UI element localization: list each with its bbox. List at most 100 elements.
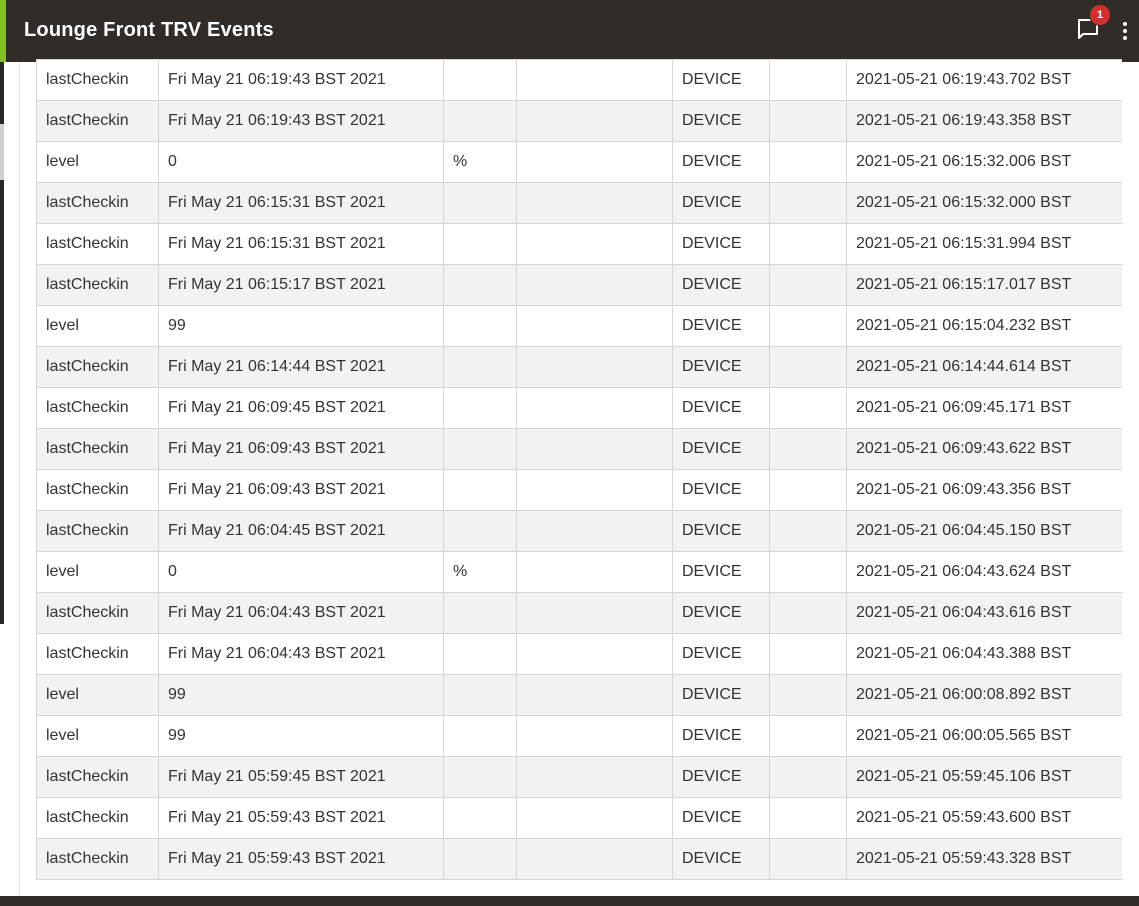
side-rail-selected-item[interactable] bbox=[0, 124, 4, 180]
event-type-cell bbox=[769, 428, 847, 470]
event-date-cell: 2021-05-21 05:59:45.106 BST bbox=[846, 756, 1122, 798]
event-type-cell bbox=[769, 551, 847, 593]
event-date-cell: 2021-05-21 06:04:43.624 BST bbox=[846, 551, 1122, 593]
event-type-cell bbox=[769, 264, 847, 306]
table-row[interactable]: level 0% DEVICE 2021-05-21 06:04:43.624 BST bbox=[36, 551, 1122, 593]
event-value-cell: Fri May 21 06:09:43 BST 2021 bbox=[158, 469, 444, 511]
event-date-cell: 2021-05-21 06:09:43.622 BST bbox=[846, 428, 1122, 470]
event-unit-cell bbox=[443, 264, 517, 306]
event-source-cell: DEVICE bbox=[672, 469, 770, 511]
table-row[interactable]: lastCheckin Fri May 21 05:59:43 BST 2021 D… bbox=[36, 797, 1122, 839]
table-row[interactable]: lastCheckin Fri May 21 06:09:45 BST 2021 D… bbox=[36, 387, 1122, 429]
event-type-cell bbox=[769, 182, 847, 224]
event-source-cell: DEVICE bbox=[672, 797, 770, 839]
table-row[interactable]: lastCheckin Fri May 21 05:59:43 BST 2021 D… bbox=[36, 838, 1122, 880]
event-unit-cell bbox=[443, 797, 517, 839]
table-row[interactable]: lastCheckin Fri May 21 06:04:43 BST 2021 D… bbox=[36, 592, 1122, 634]
table-row[interactable]: level 0% DEVICE 2021-05-21 06:15:32.006 BST bbox=[36, 141, 1122, 183]
event-type-cell bbox=[769, 633, 847, 675]
event-unit-cell bbox=[443, 469, 517, 511]
event-date-cell: 2021-05-21 05:59:43.600 BST bbox=[846, 797, 1122, 839]
event-type-cell bbox=[769, 756, 847, 798]
event-unit-cell bbox=[443, 510, 517, 552]
table-row[interactable]: level 99 DEVICE 2021-05-21 06:00:08.892 BST bbox=[36, 674, 1122, 716]
notifications-button[interactable]: 1 bbox=[1072, 5, 1110, 46]
event-unit-cell bbox=[443, 592, 517, 634]
event-source-cell: DEVICE bbox=[672, 100, 770, 142]
events-table-body: lastCheckin Fri May 21 06:19:43 BST 2021 D… bbox=[36, 59, 1122, 880]
event-source-cell: DEVICE bbox=[672, 182, 770, 224]
bottom-bar bbox=[0, 896, 1139, 906]
event-value-cell: Fri May 21 06:19:43 BST 2021 bbox=[158, 100, 444, 142]
event-name-cell: lastCheckin bbox=[36, 428, 159, 470]
event-value-cell: 99 bbox=[158, 674, 444, 716]
table-row[interactable]: lastCheckin Fri May 21 06:04:45 BST 2021 D… bbox=[36, 510, 1122, 552]
event-type-cell bbox=[769, 223, 847, 265]
event-date-cell: 2021-05-21 06:04:43.388 BST bbox=[846, 633, 1122, 675]
event-description-cell bbox=[516, 551, 673, 593]
event-description-cell bbox=[516, 100, 673, 142]
event-source-cell: DEVICE bbox=[672, 141, 770, 183]
table-row[interactable]: level 99 DEVICE 2021-05-21 06:00:05.565 BST bbox=[36, 715, 1122, 757]
event-name-cell: lastCheckin bbox=[36, 797, 159, 839]
event-description-cell bbox=[516, 305, 673, 347]
event-unit-cell bbox=[443, 633, 517, 675]
event-unit-cell bbox=[443, 223, 517, 265]
event-name-cell: level bbox=[36, 715, 159, 757]
event-name-cell: level bbox=[36, 141, 159, 183]
table-row[interactable]: lastCheckin Fri May 21 06:09:43 BST 2021 D… bbox=[36, 428, 1122, 470]
event-source-cell: DEVICE bbox=[672, 756, 770, 798]
event-type-cell bbox=[769, 797, 847, 839]
event-type-cell bbox=[769, 715, 847, 757]
event-description-cell bbox=[516, 510, 673, 552]
table-row[interactable]: lastCheckin Fri May 21 06:04:43 BST 2021 D… bbox=[36, 633, 1122, 675]
event-value-cell: Fri May 21 06:09:45 BST 2021 bbox=[158, 387, 444, 429]
event-unit-cell bbox=[443, 674, 517, 716]
event-description-cell bbox=[516, 797, 673, 839]
event-description-cell bbox=[516, 633, 673, 675]
table-row[interactable]: lastCheckin Fri May 21 06:15:31 BST 2021 D… bbox=[36, 182, 1122, 224]
table-row[interactable]: lastCheckin Fri May 21 05:59:45 BST 2021 D… bbox=[36, 756, 1122, 798]
event-description-cell bbox=[516, 674, 673, 716]
event-type-cell bbox=[769, 141, 847, 183]
event-name-cell: lastCheckin bbox=[36, 182, 159, 224]
event-value-cell: Fri May 21 06:09:43 BST 2021 bbox=[158, 428, 444, 470]
event-unit-cell bbox=[443, 59, 517, 101]
event-type-cell bbox=[769, 510, 847, 552]
card-border bbox=[19, 62, 20, 896]
event-source-cell: DEVICE bbox=[672, 592, 770, 634]
event-unit-cell bbox=[443, 305, 517, 347]
table-row[interactable]: lastCheckin Fri May 21 06:19:43 BST 2021 D… bbox=[36, 59, 1122, 101]
event-unit-cell bbox=[443, 387, 517, 429]
table-row[interactable]: lastCheckin Fri May 21 06:15:31 BST 2021 D… bbox=[36, 223, 1122, 265]
more-vert-icon bbox=[1123, 22, 1127, 26]
more-options-button[interactable] bbox=[1114, 14, 1136, 48]
event-description-cell bbox=[516, 182, 673, 224]
table-row[interactable]: lastCheckin Fri May 21 06:09:43 BST 2021 D… bbox=[36, 469, 1122, 511]
more-vert-icon bbox=[1123, 36, 1127, 40]
event-value-cell: 99 bbox=[158, 715, 444, 757]
event-name-cell: lastCheckin bbox=[36, 756, 159, 798]
event-name-cell: lastCheckin bbox=[36, 510, 159, 552]
event-description-cell bbox=[516, 592, 673, 634]
event-description-cell bbox=[516, 715, 673, 757]
event-value-cell: Fri May 21 06:04:43 BST 2021 bbox=[158, 633, 444, 675]
event-date-cell: 2021-05-21 06:09:45.171 BST bbox=[846, 387, 1122, 429]
event-date-cell: 2021-05-21 06:14:44.614 BST bbox=[846, 346, 1122, 388]
event-value-cell: Fri May 21 06:04:45 BST 2021 bbox=[158, 510, 444, 552]
event-source-cell: DEVICE bbox=[672, 674, 770, 716]
event-source-cell: DEVICE bbox=[672, 305, 770, 347]
table-row[interactable]: lastCheckin Fri May 21 06:15:17 BST 2021 D… bbox=[36, 264, 1122, 306]
event-date-cell: 2021-05-21 06:19:43.358 BST bbox=[846, 100, 1122, 142]
event-name-cell: level bbox=[36, 674, 159, 716]
event-source-cell: DEVICE bbox=[672, 59, 770, 101]
event-value-cell: Fri May 21 05:59:43 BST 2021 bbox=[158, 838, 444, 880]
event-name-cell: lastCheckin bbox=[36, 264, 159, 306]
event-value-cell: Fri May 21 06:14:44 BST 2021 bbox=[158, 346, 444, 388]
events-table-container[interactable]: lastCheckin Fri May 21 06:19:43 BST 2021 D… bbox=[36, 59, 1122, 896]
table-row[interactable]: level 99 DEVICE 2021-05-21 06:15:04.232 BST bbox=[36, 305, 1122, 347]
event-description-cell bbox=[516, 387, 673, 429]
event-value-cell: 99 bbox=[158, 305, 444, 347]
table-row[interactable]: lastCheckin Fri May 21 06:14:44 BST 2021 D… bbox=[36, 346, 1122, 388]
table-row[interactable]: lastCheckin Fri May 21 06:19:43 BST 2021 D… bbox=[36, 100, 1122, 142]
